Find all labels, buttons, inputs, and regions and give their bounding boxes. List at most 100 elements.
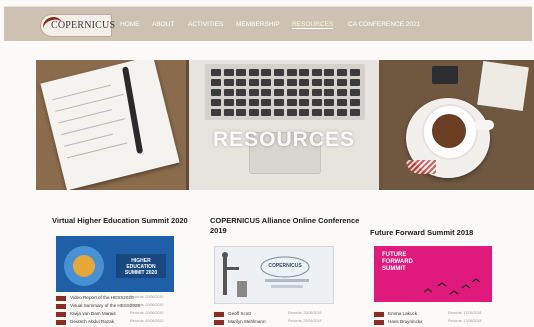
video-badge [56,312,66,317]
resource-link[interactable]: Emma Lakuck [388,311,417,316]
video-badge [374,312,384,317]
keyboard-key [286,69,297,76]
notebook-image [40,60,180,190]
card-ca-conference-2019: COPERNICUS Alliance Online Conference 20… [210,216,360,325]
keyboard-key [274,109,284,116]
nav-activities[interactable]: ACTIVITIES [188,21,223,28]
resource-row[interactable]: Emma Lakuck Records: 17/06/2018 [374,311,514,318]
resource-meta: Records: 20/06/2020 [130,311,164,315]
laptop-keyboard [205,64,365,120]
banner-title: RESOURCES [212,128,356,151]
keyboard-key [337,79,347,86]
keyboard-key [299,89,310,96]
notebook-line [64,133,113,147]
resource-meta: Records: 17/06/2018 [448,311,482,315]
resource-meta: Records: 25/06/2019 [288,311,322,315]
resource-row[interactable]: Deutsch Abdul Razak Records: 20/06/2020 [56,319,196,326]
keyboard-key [236,69,247,76]
keyboard-key [236,109,247,116]
keyboard-key [349,99,360,106]
video-badge [56,304,66,309]
copernicus-logo[interactable]: COPERNICUS [40,14,115,39]
site-header: COPERNICUS HOME ABOUT ACTIVITIES MEMBERS… [4,6,532,41]
resource-link[interactable]: Video Report of the HESS2020 [70,295,134,300]
video-badge [56,320,66,325]
keyboard-key [274,79,284,86]
notebook-line [52,84,111,101]
resource-link[interactable]: Marilyn Mehlmann [228,319,266,324]
resource-meta: Records: 20/06/2020 [130,295,164,299]
resource-row[interactable]: Visual Summary of the HESS2020 Records: … [56,303,196,310]
keyboard-key [248,69,259,76]
keyboard-key [248,79,259,86]
resource-row[interactable]: Kwija van Dam Marais Records: 20/06/2020 [56,311,196,318]
laptop-photo: RESOURCES [189,60,379,190]
keyboard-key [299,69,310,76]
card-title[interactable]: Virtual Higher Education Summit 2020 [52,216,202,226]
keyboard-key [286,79,297,86]
resource-link[interactable]: Deutsch Abdul Razak [70,319,114,324]
resource-link[interactable]: Hans Bruyninckx [388,319,422,324]
keyboard-key [223,109,234,116]
keyboard-key [337,109,347,116]
nav-home[interactable]: HOME [120,21,140,28]
resource-row[interactable]: Hans Bruyninckx Records: 17/06/2018 [374,319,514,326]
resource-meta: Records: 20/06/2020 [130,319,164,323]
keyboard-key [274,69,284,76]
keyboard-key [337,69,347,76]
keyboard-key [286,109,297,116]
keyboard-key [223,99,234,106]
coffee-image [432,114,466,148]
keyboard-key [324,89,335,96]
keyboard-key [236,89,247,96]
hess-thumbnail[interactable]: HIGHER EDUCATION SUMMIT 2020 [56,236,174,292]
nav-resources[interactable]: RESOURCES [292,21,334,29]
resource-link[interactable]: Geoff Scott [228,311,251,316]
keyboard-key [236,99,247,106]
keyboard-key [311,109,322,116]
resource-row[interactable]: Geoff Scott Records: 25/06/2019 [214,311,354,318]
keyboard-key [211,79,221,86]
keyboard-key [324,99,335,106]
keyboard-key [248,89,259,96]
video-badge [374,320,384,325]
resource-meta: Records: 17/06/2018 [448,319,482,323]
conference-thumbnail-art [222,252,310,297]
notebook-photo [36,60,186,190]
keyboard-key [311,79,322,86]
nav-about[interactable]: ABOUT [152,21,174,28]
keyboard-key [211,69,221,76]
keyboard-key [211,89,221,96]
nav-ca-conference[interactable]: CA CONFERENCE 2021 [348,21,420,28]
notebook-line [58,109,112,124]
keyboard-key [261,89,272,96]
keyboard-key [248,109,259,116]
keyboard-key [299,99,310,106]
card-title[interactable]: Future Forward Summit 2018 [370,228,520,238]
nav-membership[interactable]: MEMBERSHIP [236,21,280,28]
keyboard-key [286,99,297,106]
keyboard-key [211,99,221,106]
future-forward-thumbnail[interactable]: FUTURE FORWARD SUMMIT [374,246,492,302]
conference-thumbnail-text: COPERNICUS [268,263,302,269]
video-badge [214,320,224,325]
keyboard-key [324,79,335,86]
card-title[interactable]: COPERNICUS Alliance Online Conference 20… [210,216,360,236]
keyboard-key [299,79,310,86]
keyboard-key [349,89,360,96]
phone-image [432,66,458,84]
cup-handle [474,120,494,130]
conference-thumbnail[interactable]: COPERNICUS [214,246,334,304]
resource-row[interactable]: Video Report of the HESS2020 Records: 20… [56,295,196,302]
resource-link[interactable]: Kwija van Dam Marais [70,311,116,316]
card-hess-2020: Virtual Higher Education Summit 2020 HIG… [52,216,202,325]
notepad-image [477,61,529,111]
pen-image [121,66,144,155]
keyboard-key [223,79,234,86]
keyboard-key [324,109,335,116]
keyboard-key [261,69,272,76]
keyboard-key [349,69,360,76]
resource-row[interactable]: Marilyn Mehlmann Records: 25/06/2019 [214,319,354,326]
future-forward-thumbnail-text: FUTURE FORWARD SUMMIT [382,252,413,272]
keyboard-key [274,99,284,106]
